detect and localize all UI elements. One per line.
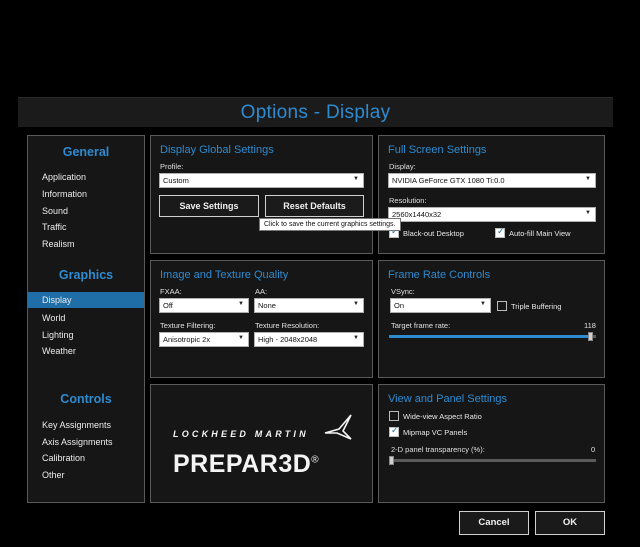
panel-frame-rate-controls: Frame Rate Controls VSync: On ▼ Triple B… xyxy=(378,260,605,378)
aa-value: None xyxy=(258,301,276,310)
resolution-label: Resolution: xyxy=(389,196,427,205)
ok-button[interactable]: OK xyxy=(535,511,605,535)
panel-display-global-settings: Display Global Settings Profile: Custom … xyxy=(150,135,373,254)
chevron-down-icon: ▼ xyxy=(353,335,359,341)
sidebar-item-application[interactable]: Application xyxy=(28,169,144,185)
save-settings-tooltip: Click to save the current graphics setti… xyxy=(259,218,401,231)
sidebar-item-lighting[interactable]: Lighting xyxy=(28,327,144,343)
sidebar-item-other[interactable]: Other xyxy=(28,467,144,483)
target-frame-rate-label: Target frame rate: xyxy=(391,321,451,330)
sidebar-item-weather[interactable]: Weather xyxy=(28,343,144,359)
prepar3d-logo: PREPAR3D® xyxy=(173,450,319,479)
panel-title: View and Panel Settings xyxy=(388,393,508,405)
vsync-value: On xyxy=(394,301,405,310)
chevron-down-icon: ▼ xyxy=(585,176,591,182)
texture-resolution-label: Texture Resolution: xyxy=(255,321,320,330)
chevron-down-icon: ▼ xyxy=(353,301,359,307)
sidebar-item-traffic[interactable]: Traffic xyxy=(28,219,144,235)
vsync-dropdown[interactable]: On ▼ xyxy=(390,298,491,313)
autofill-main-view-label: Auto-fill Main View xyxy=(509,229,571,238)
mipmap-vc-panels-checkbox[interactable] xyxy=(389,425,399,437)
registered-mark: ® xyxy=(311,454,320,466)
sidebar-item-axis-assignments[interactable]: Axis Assignments xyxy=(28,434,144,450)
chevron-down-icon: ▼ xyxy=(238,335,244,341)
panel-view-panel-settings: View and Panel Settings Wide-view Aspect… xyxy=(378,384,605,503)
panel-title: Display Global Settings xyxy=(160,144,274,156)
panel-title: Frame Rate Controls xyxy=(388,269,491,281)
sidebar-item-information[interactable]: Information xyxy=(28,186,144,202)
vsync-label: VSync: xyxy=(391,287,415,296)
texture-filtering-dropdown[interactable]: Anisotropic 2x ▼ xyxy=(159,332,249,347)
blackout-desktop-label: Black-out Desktop xyxy=(403,229,464,238)
panel-transparency-slider[interactable] xyxy=(389,456,596,465)
sidebar-item-key-assignments[interactable]: Key Assignments xyxy=(28,417,144,433)
sidebar-item-calibration[interactable]: Calibration xyxy=(28,450,144,466)
save-settings-button[interactable]: Save Settings xyxy=(159,195,259,217)
panel-image-texture-quality: Image and Texture Quality FXAA: Off ▼ AA… xyxy=(150,260,373,378)
resolution-dropdown[interactable]: 2560x1440x32 ▼ xyxy=(388,207,596,222)
slider-fill xyxy=(389,335,590,338)
texture-filtering-label: Texture Filtering: xyxy=(160,321,216,330)
sidebar-heading-controls: Controls xyxy=(60,392,112,406)
sidebar-item-sound[interactable]: Sound xyxy=(28,203,144,219)
texture-filtering-value: Anisotropic 2x xyxy=(163,335,211,344)
profile-label: Profile: xyxy=(160,162,184,171)
target-frame-rate-slider[interactable] xyxy=(389,332,596,341)
triple-buffering-checkbox[interactable] xyxy=(497,301,507,311)
lockheed-martin-logo: LOCKHEED MARTIN xyxy=(173,414,352,440)
product-name: PREPAR3D xyxy=(173,450,312,478)
window-titlebar: Options - Display xyxy=(18,97,613,127)
company-name: LOCKHEED MARTIN xyxy=(173,429,309,439)
wide-view-label: Wide-view Aspect Ratio xyxy=(403,412,482,421)
autofill-main-view-checkbox[interactable] xyxy=(495,226,505,238)
window-title: Options - Display xyxy=(240,102,391,123)
fxaa-label: FXAA: xyxy=(160,287,182,296)
aa-label: AA: xyxy=(255,287,268,296)
texture-resolution-value: High - 2048x2048 xyxy=(258,335,318,344)
display-label: Display: xyxy=(389,162,416,171)
panel-transparency-label: 2-D panel transparency (%): xyxy=(391,445,485,454)
sidebar-heading-general: General xyxy=(62,145,110,159)
aa-dropdown[interactable]: None ▼ xyxy=(254,298,364,313)
mipmap-vc-panels-label: Mipmap VC Panels xyxy=(403,428,468,437)
fxaa-dropdown[interactable]: Off ▼ xyxy=(159,298,249,313)
sidebar-item-world[interactable]: World xyxy=(28,310,144,326)
chevron-down-icon: ▼ xyxy=(353,176,359,182)
display-value: NVIDIA GeForce GTX 1080 Ti:0.0 xyxy=(392,176,505,185)
panel-branding: LOCKHEED MARTIN PREPAR3D® xyxy=(150,384,373,503)
fxaa-value: Off xyxy=(163,301,173,310)
star-logo-icon xyxy=(324,414,352,440)
cancel-button[interactable]: Cancel xyxy=(459,511,529,535)
texture-resolution-dropdown[interactable]: High - 2048x2048 ▼ xyxy=(254,332,364,347)
chevron-down-icon: ▼ xyxy=(480,301,486,307)
profile-dropdown[interactable]: Custom ▼ xyxy=(159,173,364,188)
sidebar-item-display[interactable]: Display xyxy=(28,292,144,308)
triple-buffering-label: Triple Buffering xyxy=(511,302,562,311)
slider-thumb[interactable] xyxy=(588,332,593,341)
display-dropdown[interactable]: NVIDIA GeForce GTX 1080 Ti:0.0 ▼ xyxy=(388,173,596,188)
profile-value: Custom xyxy=(163,176,189,185)
sidebar-item-realism[interactable]: Realism xyxy=(28,236,144,252)
sidebar-heading-graphics: Graphics xyxy=(58,268,114,282)
panel-title: Full Screen Settings xyxy=(388,144,487,156)
target-frame-rate-value: 118 xyxy=(584,321,596,330)
reset-defaults-button[interactable]: Reset Defaults xyxy=(265,195,364,217)
slider-thumb[interactable] xyxy=(389,456,394,465)
chevron-down-icon: ▼ xyxy=(585,210,591,216)
panel-title: Image and Texture Quality xyxy=(160,269,289,281)
sidebar: General Application Information Sound Tr… xyxy=(27,135,145,503)
panel-full-screen-settings: Full Screen Settings Display: NVIDIA GeF… xyxy=(378,135,605,254)
chevron-down-icon: ▼ xyxy=(238,301,244,307)
panel-transparency-value: 0 xyxy=(591,445,596,454)
wide-view-checkbox[interactable] xyxy=(389,411,399,421)
